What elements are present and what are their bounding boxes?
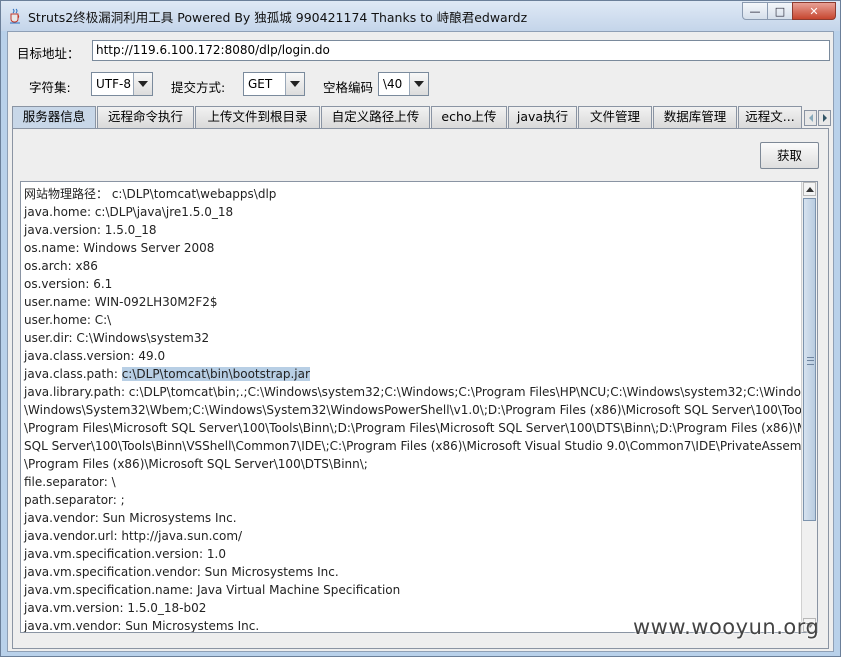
output-line: SQL Server\100\Tools\Binn\VSShell\Common… <box>24 439 818 453</box>
close-button[interactable]: ✕ <box>792 2 836 20</box>
output-line: \Windows\System32\Wbem;C:\Windows\System… <box>24 403 818 417</box>
server-info-output[interactable]: 网站物理路径： c:\DLP\tomcat\webapps\dlp java.h… <box>20 181 818 633</box>
output-line: os.arch: x86 <box>24 259 98 273</box>
output-line: java.home: c:\DLP\java\jre1.5.0_18 <box>24 205 234 219</box>
scrollbar-thumb[interactable] <box>803 198 816 521</box>
output-text: 网站物理路径： c:\DLP\tomcat\webapps\dlp java.h… <box>24 185 818 632</box>
space-encoding-label: 空格编码 <box>323 80 374 95</box>
chevron-down-icon[interactable] <box>285 73 304 95</box>
fetch-button[interactable]: 获取 <box>760 142 819 169</box>
tab-echo-upload[interactable]: echo上传 <box>431 106 507 128</box>
window-title: Struts2终极漏洞利用工具 Powered By 独孤城 990421174… <box>28 10 528 25</box>
java-cup-icon <box>10 8 20 24</box>
output-line: java.vendor.url: http://java.sun.com/ <box>24 529 243 543</box>
charset-select[interactable]: UTF-8 <box>91 72 153 96</box>
tab-bar: 服务器信息 远程命令执行 上传文件到根目录 自定义路径上传 echo上传 jav… <box>12 106 832 129</box>
library-path-block: java.library.path: c:\DLP\tomcat\bin;.;C… <box>24 383 818 473</box>
grip-icon <box>807 357 814 365</box>
output-line: java.vm.specification.version: 1.0 <box>24 547 226 561</box>
output-line: os.name: Windows Server 2008 <box>24 241 215 255</box>
tab-upload-root[interactable]: 上传文件到根目录 <box>195 106 320 128</box>
tab-scroll-right-icon[interactable] <box>818 110 831 126</box>
output-line: user.name: WIN-092LH30M2F2$ <box>24 295 218 309</box>
app-window: Struts2终极漏洞利用工具 Powered By 独孤城 990421174… <box>0 0 841 657</box>
output-line: java.vm.specification.vendor: Sun Micros… <box>24 565 339 579</box>
output-line: java.version: 1.5.0_18 <box>24 223 157 237</box>
output-line: java.vm.specification.name: Java Virtual… <box>24 583 401 597</box>
minimize-button[interactable]: — <box>742 2 768 20</box>
charset-value: UTF-8 <box>96 77 131 91</box>
output-line-classpath: java.class.path: c:\DLP\tomcat\bin\boots… <box>24 365 802 383</box>
output-line: java.library.path: c:\DLP\tomcat\bin;.;C… <box>24 385 818 399</box>
vertical-scrollbar[interactable] <box>801 182 817 632</box>
output-line: user.home: C:\ <box>24 313 112 327</box>
method-label: 提交方式: <box>171 80 226 95</box>
tab-file-manager[interactable]: 文件管理 <box>578 106 652 128</box>
method-select[interactable]: GET <box>243 72 305 96</box>
output-line: 网站物理路径： c:\DLP\tomcat\webapps\dlp <box>24 187 277 201</box>
tab-custom-path-upload[interactable]: 自定义路径上传 <box>321 106 430 128</box>
classpath-key: java.class.path: <box>24 367 122 381</box>
chevron-down-icon[interactable] <box>133 73 152 95</box>
window-controls: — □ ✕ <box>742 2 836 21</box>
main-client-area: 目标地址： http://119.6.100.172:8080/dlp/logi… <box>7 31 834 652</box>
output-line: file.separator: \ <box>24 475 116 489</box>
output-line: path.separator: ; <box>24 493 125 507</box>
output-line: os.version: 6.1 <box>24 277 113 291</box>
method-value: GET <box>248 77 273 91</box>
target-url-label: 目标地址： <box>17 46 80 61</box>
tab-java-exec[interactable]: java执行 <box>508 106 577 128</box>
output-line: \Program Files\Microsoft SQL Server\100\… <box>24 421 818 435</box>
space-encoding-value: \40 <box>383 77 403 91</box>
tab-remote-command[interactable]: 远程命令执行 <box>97 106 194 128</box>
scroll-up-icon[interactable] <box>803 182 816 196</box>
chevron-down-icon[interactable] <box>409 73 428 95</box>
tab-scroll-left-icon[interactable] <box>804 110 817 126</box>
watermark: www.wooyun.org <box>633 615 820 639</box>
output-line: \Program Files (x86)\Microsoft SQL Serve… <box>24 457 368 471</box>
selected-text: c:\DLP\tomcat\bin\bootstrap.jar <box>121 367 310 381</box>
target-url-input[interactable]: http://119.6.100.172:8080/dlp/login.do <box>92 40 830 61</box>
space-encoding-select[interactable]: \40 <box>378 72 429 96</box>
maximize-button[interactable]: □ <box>767 2 793 20</box>
title-bar[interactable]: Struts2终极漏洞利用工具 Powered By 独孤城 990421174… <box>1 1 840 31</box>
output-line: java.class.version: 49.0 <box>24 349 166 363</box>
output-line: java.vendor: Sun Microsystems Inc. <box>24 511 237 525</box>
tab-database-manager[interactable]: 数据库管理 <box>653 106 737 128</box>
output-line: user.dir: C:\Windows\system32 <box>24 331 210 345</box>
tab-remote-file[interactable]: 远程文... <box>738 106 802 128</box>
charset-label: 字符集: <box>29 80 71 95</box>
tab-server-info[interactable]: 服务器信息 <box>12 106 96 129</box>
server-info-panel: 获取 网站物理路径： c:\DLP\tomcat\webapps\dlp jav… <box>12 128 829 649</box>
